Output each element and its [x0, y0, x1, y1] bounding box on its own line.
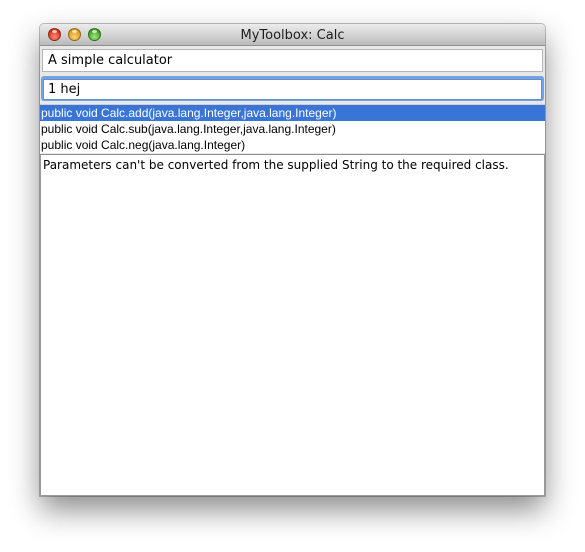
output-area: Parameters can't be converted from the s…	[40, 154, 545, 496]
method-item-neg[interactable]: public void Calc.neg(java.lang.Integer)	[40, 137, 545, 153]
description-field: A simple calculator	[42, 49, 543, 72]
title-bar[interactable]: MyToolbox: Calc	[40, 24, 545, 46]
method-item-sub[interactable]: public void Calc.sub(java.lang.Integer,j…	[40, 121, 545, 137]
app-window: MyToolbox: Calc A simple calculator publ…	[40, 24, 545, 496]
parameter-input[interactable]	[43, 79, 542, 100]
window-title: MyToolbox: Calc	[240, 28, 345, 43]
output-message: Parameters can't be converted from the s…	[43, 158, 509, 172]
parameter-input-focus-ring	[41, 76, 544, 101]
method-list: public void Calc.add(java.lang.Integer,j…	[40, 104, 545, 153]
method-item-add[interactable]: public void Calc.add(java.lang.Integer,j…	[40, 105, 545, 121]
